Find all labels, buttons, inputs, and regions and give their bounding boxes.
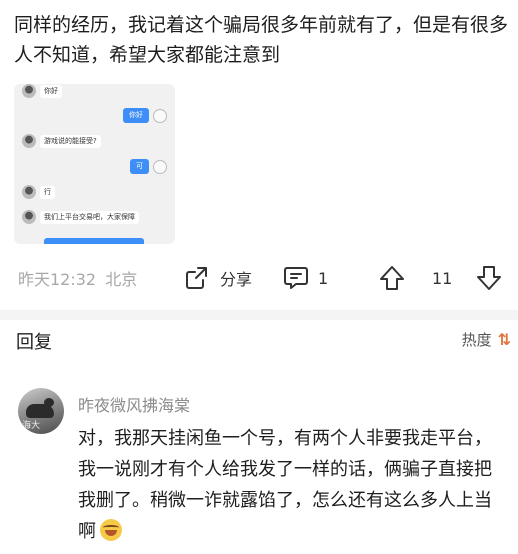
sort-icon: ⇅ <box>497 330 512 349</box>
avatar[interactable]: 海大 <box>18 388 64 434</box>
share-button[interactable]: 分享 <box>184 262 252 294</box>
comment-body: 对，我那天挂闲鱼一个号，有两个人非要我走平台，我一说刚才有个人给我发了一样的话，… <box>78 423 508 547</box>
comment-text: 对，我那天挂闲鱼一个号，有两个人非要我走平台，我一说刚才有个人给我发了一样的话，… <box>78 428 492 542</box>
post-location: 北京 <box>105 270 138 289</box>
chat-screenshot-image[interactable]: 你好 你好 游戏说的能接受? 可 行 我们上平台交易吧，大家保障 <box>14 84 175 244</box>
chat-bubble: 我们上平台交易吧，大家保障 <box>40 211 139 224</box>
comment-count: 1 <box>318 268 329 288</box>
replies-title: 回复 <box>16 332 52 353</box>
avatar-icon <box>153 160 167 174</box>
chat-bubble: 你好 <box>40 85 62 98</box>
arrow-up-icon <box>378 264 406 292</box>
vote-count: 11 <box>432 268 453 288</box>
arrow-down-icon <box>475 264 503 292</box>
comment-button[interactable]: 1 <box>282 262 328 294</box>
comment-username[interactable]: 昨夜微风拂海棠 <box>78 392 190 416</box>
downvote-button[interactable] <box>475 262 503 294</box>
laughing-emoji-icon <box>100 519 122 541</box>
chat-message-row: 你好 <box>14 108 175 126</box>
chat-bubble: 你好 <box>123 108 149 123</box>
avatar-icon <box>22 134 36 148</box>
post-text: 同样的经历，我记着这个骗局很多年前就有了，但是有很多人不知道，希望大家都能注意到 <box>14 14 509 66</box>
chat-bubble: 游戏说的能接受? <box>40 135 101 148</box>
avatar-icon <box>22 210 36 224</box>
replies-header: 回复 热度 ⇅ <box>0 320 518 360</box>
avatar-icon <box>22 185 36 199</box>
comment-icon <box>282 265 310 291</box>
post-meta: 昨天12:32 北京 <box>18 266 137 290</box>
chat-message-row: 我们上平台交易吧，大家保障 <box>14 210 175 228</box>
chat-message-row: 行 <box>14 185 175 203</box>
section-divider <box>0 310 518 320</box>
avatar-watermark: 海大 <box>22 421 41 431</box>
chat-bubble-partial <box>44 238 144 244</box>
share-icon <box>184 265 210 291</box>
sort-label: 热度 <box>461 331 492 349</box>
cat-figure <box>26 398 54 418</box>
chat-message-row: 可 <box>14 159 175 177</box>
avatar-icon <box>22 84 36 98</box>
chat-message-row: 游戏说的能接受? <box>14 134 175 152</box>
post-timestamp: 昨天12:32 <box>18 270 97 289</box>
post-action-bar: 昨天12:32 北京 分享 1 11 <box>0 258 518 298</box>
chat-bubble: 行 <box>40 186 55 199</box>
upvote-button[interactable] <box>378 262 406 294</box>
sort-dropdown[interactable]: 热度 ⇅ <box>461 329 512 350</box>
chat-message-row: 你好 <box>14 84 175 102</box>
avatar-icon <box>153 109 167 123</box>
share-label: 分享 <box>220 270 253 289</box>
chat-bubble: 可 <box>130 159 149 174</box>
